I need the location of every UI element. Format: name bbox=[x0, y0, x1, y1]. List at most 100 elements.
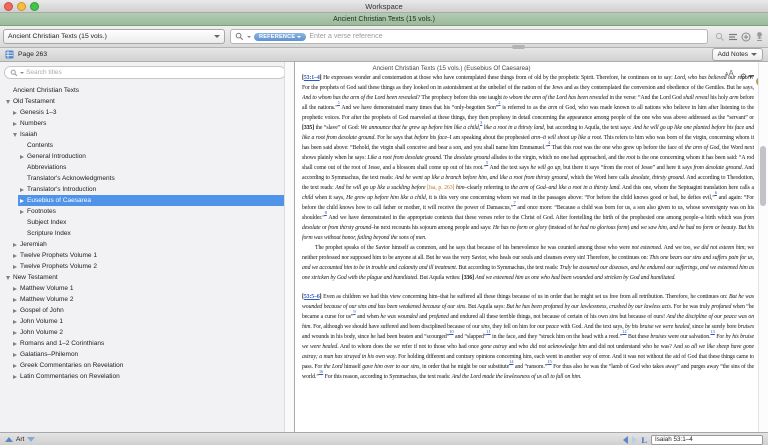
disclosure-triangle-icon[interactable] bbox=[13, 264, 17, 269]
tree-item[interactable]: Subject Index bbox=[0, 217, 284, 228]
text-paragraph: The prophet speaks of the Savior himself… bbox=[302, 245, 754, 281]
page-list-icon[interactable] bbox=[5, 50, 14, 59]
tree-item[interactable]: Abbreviations bbox=[0, 162, 284, 173]
tree-item[interactable]: Footnotes bbox=[0, 206, 284, 217]
tree-item[interactable]: Romans and 1–2 Corinthians bbox=[0, 338, 284, 349]
tree-item[interactable]: Jeremiah bbox=[0, 239, 284, 250]
tab-ancient-christian-texts[interactable]: Ancient Christian Texts (15 vols.) bbox=[333, 16, 435, 23]
disclosure-triangle-icon[interactable] bbox=[13, 253, 17, 258]
verse-reference-input[interactable] bbox=[309, 33, 703, 40]
add-parallel-icon[interactable] bbox=[741, 32, 751, 42]
disclosure-triangle-icon[interactable] bbox=[13, 110, 17, 115]
verse-search-field[interactable]: REFERENCE bbox=[230, 29, 708, 44]
chevron-down-icon bbox=[297, 35, 302, 38]
tree-item[interactable]: Old Testament bbox=[0, 96, 284, 107]
tree-item[interactable]: Scripture Index bbox=[0, 228, 284, 239]
disclosure-triangle-icon[interactable] bbox=[13, 242, 17, 247]
tree-item[interactable]: John Volume 1 bbox=[0, 316, 284, 327]
module-dropdown[interactable]: Ancient Christian Texts (15 vols.) bbox=[3, 29, 225, 44]
disclosure-triangle-icon[interactable] bbox=[6, 275, 10, 280]
sidebar-search-input[interactable] bbox=[26, 69, 280, 76]
reference-scope-badge[interactable]: REFERENCE bbox=[254, 32, 307, 41]
disclosure-triangle-icon[interactable] bbox=[13, 374, 17, 379]
tree-item[interactable]: Ancient Christian Texts bbox=[0, 85, 284, 96]
tree-item[interactable]: Translator's Acknowledgments bbox=[0, 173, 284, 184]
tree-item[interactable]: Eusebius of Caesarea bbox=[0, 195, 284, 206]
article-nav: Art bbox=[5, 436, 36, 443]
toolbar-icons bbox=[715, 31, 765, 42]
tree-item[interactable]: Twelve Prophets Volume 1 bbox=[0, 250, 284, 261]
tree-item[interactable]: Isaiah bbox=[0, 129, 284, 140]
disclosure-triangle-icon[interactable] bbox=[13, 363, 17, 368]
goto-reference-input[interactable] bbox=[651, 434, 763, 445]
disclosure-triangle-icon[interactable] bbox=[13, 121, 17, 126]
tree-item[interactable]: Matthew Volume 1 bbox=[0, 283, 284, 294]
tree-item-label: Twelve Prophets Volume 2 bbox=[20, 263, 97, 270]
content-scrollbar[interactable] bbox=[758, 62, 768, 432]
disclosure-triangle-icon[interactable] bbox=[6, 99, 10, 104]
disclosure-triangle-icon[interactable] bbox=[20, 154, 24, 159]
search-details-icon[interactable] bbox=[715, 32, 725, 42]
close-button[interactable] bbox=[4, 2, 13, 11]
disclosure-triangle-icon[interactable] bbox=[13, 297, 17, 302]
disclosure-triangle-icon[interactable] bbox=[13, 319, 17, 324]
tree-item-label: New Testament bbox=[13, 274, 58, 281]
tree-item-label: Numbers bbox=[20, 120, 47, 127]
add-notes-button[interactable]: Add Notes bbox=[711, 48, 763, 61]
tree-item-label: John Volume 1 bbox=[20, 318, 64, 325]
bottom-bar: Art L bbox=[0, 432, 768, 445]
text-paragraph: [53:5–6] Even as children we had this vi… bbox=[302, 294, 754, 380]
splitter-grip[interactable] bbox=[512, 45, 525, 49]
tree-item-label: Genesis 1–3 bbox=[20, 109, 57, 116]
next-article-button[interactable] bbox=[27, 437, 36, 442]
chevron-down-icon[interactable] bbox=[20, 71, 24, 74]
language-button[interactable]: L bbox=[641, 435, 647, 445]
tree-item[interactable]: John Volume 2 bbox=[0, 327, 284, 338]
module-dropdown-label: Ancient Christian Texts (15 vols.) bbox=[8, 33, 107, 40]
toolbar: Ancient Christian Texts (15 vols.) REFER… bbox=[0, 26, 768, 48]
disclosure-triangle-icon[interactable] bbox=[13, 308, 17, 313]
content-title: Ancient Christian Texts (15 vols.) (Euse… bbox=[372, 65, 531, 72]
zoom-button[interactable] bbox=[30, 2, 39, 11]
tree-item[interactable]: Numbers bbox=[0, 118, 284, 129]
amplify-icon[interactable] bbox=[754, 31, 765, 42]
tree-item[interactable]: Twelve Prophets Volume 2 bbox=[0, 261, 284, 272]
tree-item[interactable]: Galatians–Philemon bbox=[0, 349, 284, 360]
tree-item[interactable]: Latin Commentaries on Revelation bbox=[0, 371, 284, 382]
tree-item[interactable]: Contents bbox=[0, 140, 284, 151]
back-button[interactable] bbox=[623, 435, 629, 444]
search-icon bbox=[235, 32, 244, 41]
previous-article-button[interactable] bbox=[5, 437, 13, 442]
forward-button[interactable] bbox=[632, 435, 638, 444]
main-area: Ancient Christian Texts Old Testament Gene… bbox=[0, 62, 768, 432]
tree-item-label: Greek Commentaries on Revelation bbox=[20, 362, 124, 369]
tree-item[interactable]: New Testament bbox=[0, 272, 284, 283]
tree-item[interactable]: Gospel of John bbox=[0, 305, 284, 316]
tree-item-label: Latin Commentaries on Revelation bbox=[20, 373, 120, 380]
minimize-button[interactable] bbox=[17, 2, 26, 11]
scrollbar-thumb[interactable] bbox=[760, 146, 766, 206]
sidebar-search-field[interactable] bbox=[4, 66, 286, 79]
reference-nav: L bbox=[623, 434, 763, 445]
disclosure-triangle-icon[interactable] bbox=[20, 209, 24, 214]
title-bar: Workspace bbox=[0, 0, 768, 13]
disclosure-triangle-icon[interactable] bbox=[13, 352, 17, 357]
disclosure-triangle-icon[interactable] bbox=[13, 341, 17, 346]
chevron-down-icon[interactable] bbox=[247, 35, 251, 38]
tree-item[interactable]: Genesis 1–3 bbox=[0, 107, 284, 118]
disclosure-triangle-icon[interactable] bbox=[20, 187, 24, 192]
tree-item[interactable]: Translator's Introduction bbox=[0, 184, 284, 195]
tree-item[interactable]: General Introduction bbox=[0, 151, 284, 162]
tree-item-label: Eusebius of Caesarea bbox=[27, 197, 91, 204]
tree-item[interactable]: Matthew Volume 2 bbox=[0, 294, 284, 305]
disclosure-triangle-icon[interactable] bbox=[13, 132, 17, 137]
disclosure-triangle-icon[interactable] bbox=[13, 330, 17, 335]
disclosure-triangle-icon[interactable] bbox=[13, 286, 17, 291]
tree-item-label: Matthew Volume 2 bbox=[20, 296, 74, 303]
display-settings-icon[interactable] bbox=[728, 32, 738, 42]
tree-item-label: Matthew Volume 1 bbox=[20, 285, 74, 292]
disclosure-triangle-icon[interactable] bbox=[20, 198, 24, 203]
sidebar-scrollbar[interactable] bbox=[284, 62, 294, 432]
tree-item-label: Gospel of John bbox=[20, 307, 64, 314]
tree-item[interactable]: Greek Commentaries on Revelation bbox=[0, 360, 284, 371]
